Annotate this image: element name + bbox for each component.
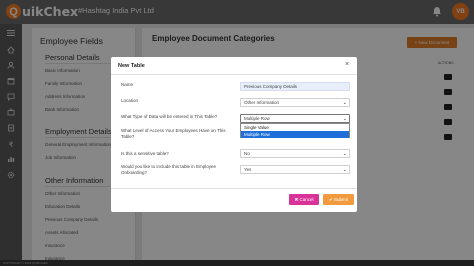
sensitive-value: No <box>244 151 250 156</box>
data-type-value: Multiple Row <box>244 116 270 121</box>
chevron-down-icon: ⌄ <box>342 167 347 173</box>
option-multiple-row[interactable]: Multiple Row <box>241 131 349 138</box>
onboarding-select[interactable]: Yes ⌄ <box>240 165 350 174</box>
chevron-down-icon: ⌄ <box>342 100 347 106</box>
sensitive-label: Is this a sensitive table? <box>121 151 169 156</box>
location-select[interactable]: Other Information ⌄ <box>240 98 350 107</box>
modal-footer-divider <box>111 188 357 189</box>
close-icon[interactable]: × <box>345 61 349 68</box>
onboarding-value: Yes <box>244 167 252 172</box>
sensitive-select[interactable]: No ⌄ <box>240 149 350 158</box>
option-single-value[interactable]: Single Value <box>241 124 349 131</box>
cancel-button[interactable]: ✖ Cancel <box>289 194 319 205</box>
submit-button[interactable]: ✔ Submit <box>323 194 354 205</box>
data-type-select[interactable]: Multiple Row ⌄ <box>240 114 350 123</box>
location-label: Location <box>121 98 139 103</box>
location-value: Other Information <box>244 100 280 105</box>
modal-header-divider <box>111 74 357 75</box>
name-input[interactable]: Previous Company Details <box>240 82 350 91</box>
modal-title: New Table <box>118 63 145 69</box>
new-table-modal: New Table × Name Previous Company Detail… <box>111 57 357 212</box>
onboarding-label: Would you like to include this table in … <box>121 164 216 175</box>
access-level-label: What Level of Access Your Employees Have… <box>121 128 226 139</box>
name-label: Name <box>121 82 134 87</box>
chevron-down-icon: ⌄ <box>342 116 347 122</box>
data-type-label: What Type of Data will be entered in Thi… <box>121 114 218 119</box>
chevron-down-icon: ⌄ <box>342 151 347 157</box>
name-value: Previous Company Details <box>244 84 298 89</box>
data-type-dropdown: Single Value Multiple Row <box>240 123 350 138</box>
